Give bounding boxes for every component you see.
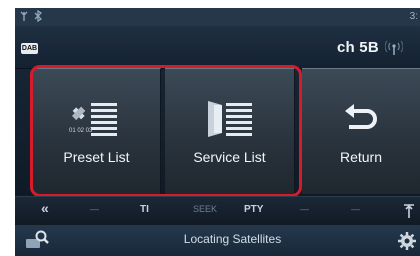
reception-status-text: Locating Satellites [183, 232, 282, 246]
tune-arrow-icon[interactable] [403, 203, 415, 224]
highlight-frame [30, 65, 302, 197]
funcbar-key-5[interactable]: — [300, 204, 309, 214]
funcbar-key-1[interactable]: — [90, 204, 99, 214]
funcbar-back-button[interactable]: « [41, 200, 49, 216]
return-arrow-icon [345, 104, 377, 129]
signal-strength-icon [384, 40, 404, 61]
seek-button[interactable]: SEEK [193, 204, 217, 214]
bluetooth-icon [33, 9, 43, 25]
return-label: Return [339, 149, 383, 165]
return-button[interactable]: Return [302, 68, 420, 194]
channel-label: ch 5B [337, 39, 379, 56]
pty-button[interactable]: PTY [244, 204, 263, 215]
source-header: DAB ch 5B [15, 26, 420, 69]
dab-source-icon[interactable]: DAB [21, 43, 38, 54]
clock: 3: [409, 11, 418, 22]
function-bar: « — TI SEEK PTY — — [15, 196, 420, 225]
search-icon[interactable] [25, 230, 51, 255]
ti-button[interactable]: TI [140, 204, 149, 215]
head-unit-screen: 3: DAB ch 5B 01 02 03 Preset List Servic… [15, 8, 420, 256]
funcbar-key-6[interactable]: — [351, 204, 360, 214]
antenna-icon [19, 10, 29, 25]
status-bar: 3: [15, 8, 420, 26]
bottom-bar: Locating Satellites [15, 225, 420, 256]
gear-icon[interactable] [398, 232, 416, 255]
